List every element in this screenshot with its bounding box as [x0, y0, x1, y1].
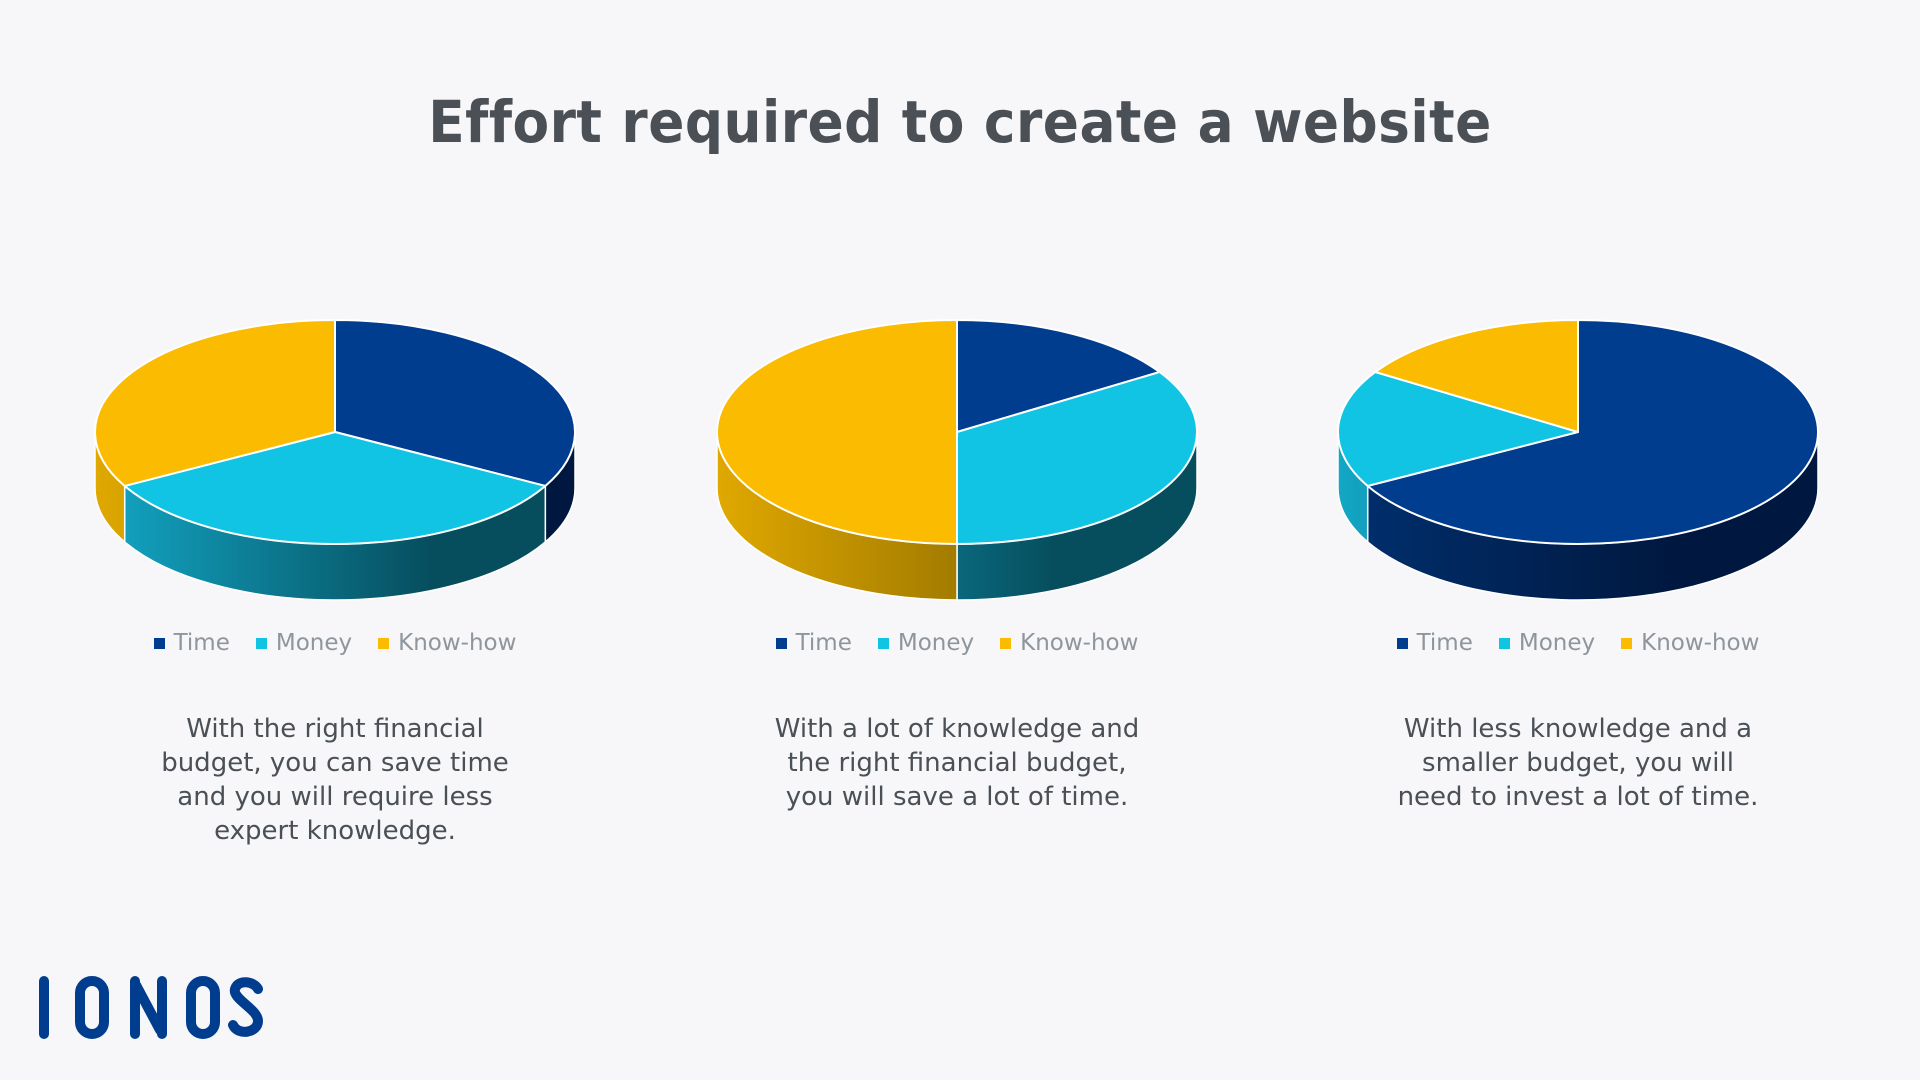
- chart-title: Effort required to create a website: [428, 88, 1492, 156]
- legend-label: Know-how: [398, 630, 517, 656]
- pie-svg-1: [94, 319, 576, 601]
- caption-line: you will save a lot of time.: [785, 782, 1129, 812]
- caption-line: With less knowledge and a: [1403, 714, 1753, 744]
- legend-2: Time Money Know-how: [677, 630, 1237, 656]
- pie-chart-3: [1298, 300, 1858, 640]
- caption-2: With a lot of knowledge and the right fi…: [677, 712, 1237, 814]
- legend-swatch-time: [153, 637, 165, 649]
- caption-line: and you will require less: [177, 782, 493, 812]
- legend-swatch-money: [877, 637, 889, 649]
- legend-item-knowhow: Know-how: [1621, 630, 1759, 656]
- pie-chart-1: [55, 300, 615, 640]
- caption-line: the right financial budget,: [787, 748, 1127, 778]
- legend-label: Time: [1416, 630, 1473, 656]
- legend-item-knowhow: Know-how: [378, 630, 516, 656]
- caption-line: expert knowledge.: [214, 816, 456, 846]
- legend-label: Money: [1518, 630, 1596, 656]
- legend-label: Know-how: [1020, 630, 1139, 656]
- pie-svg-2: [716, 319, 1198, 601]
- legend-swatch-time: [1396, 637, 1408, 649]
- caption-3: With less knowledge and a smaller budget…: [1298, 712, 1858, 814]
- legend-label: Money: [275, 630, 353, 656]
- caption-line: With the right financial: [186, 714, 484, 744]
- legend-swatch-money: [1498, 637, 1510, 649]
- ionos-logo: [39, 976, 263, 1039]
- legend-swatch-money: [255, 637, 267, 649]
- legend-swatch-knowhow: [378, 637, 390, 649]
- legend-label: Know-how: [1641, 630, 1760, 656]
- pie-chart-2: [677, 300, 1237, 640]
- legend-item-time: Time: [153, 630, 230, 656]
- legend-3: Time Money Know-how: [1298, 630, 1858, 656]
- caption-line: need to invest a lot of time.: [1397, 782, 1759, 812]
- caption-line: smaller budget, you will: [1422, 748, 1734, 778]
- legend-label: Money: [897, 630, 975, 656]
- legend-item-money: Money: [877, 630, 975, 656]
- legend-item-money: Money: [1498, 630, 1596, 656]
- caption-line: With a lot of knowledge and: [774, 714, 1140, 744]
- legend-item-knowhow: Know-how: [1000, 630, 1138, 656]
- legend-swatch-knowhow: [1000, 637, 1012, 649]
- legend-swatch-knowhow: [1621, 637, 1633, 649]
- caption-line: budget, you can save time: [161, 748, 509, 778]
- legend-item-time: Time: [1396, 630, 1473, 656]
- legend-swatch-time: [775, 637, 787, 649]
- legend-1: Time Money Know-how: [55, 630, 615, 656]
- legend-item-money: Money: [255, 630, 353, 656]
- caption-1: With the right financial budget, you can…: [55, 712, 615, 848]
- legend-label: Time: [795, 630, 852, 656]
- pie-svg-3: [1337, 319, 1819, 601]
- legend-label: Time: [173, 630, 230, 656]
- legend-item-time: Time: [775, 630, 852, 656]
